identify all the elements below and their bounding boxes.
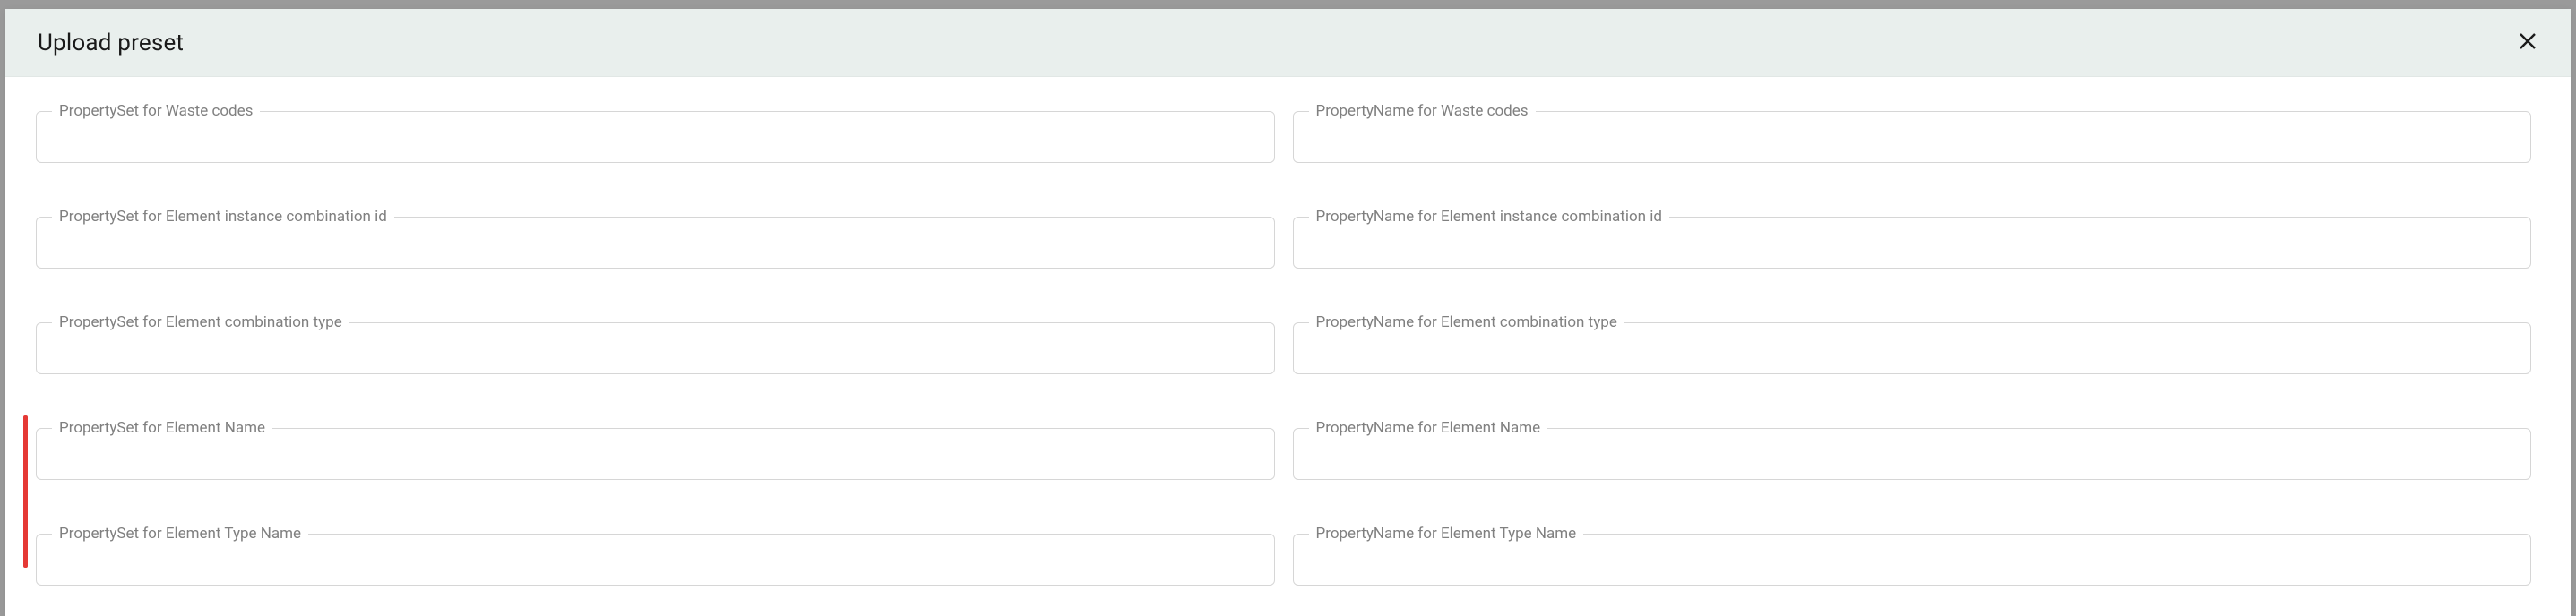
upload-preset-modal: Upload preset PropertySet for Waste code… [5, 9, 2571, 616]
form-grid: PropertySet for Waste codes PropertyName… [36, 111, 2531, 586]
field-label: PropertySet for Element Type Name [52, 525, 308, 543]
required-indicator [23, 415, 28, 568]
modal-title: Upload preset [38, 30, 184, 56]
field-label: PropertySet for Element Name [52, 419, 272, 437]
field-label: PropertyName for Element combination typ… [1309, 313, 1624, 331]
close-button[interactable] [2510, 25, 2546, 61]
field-label: PropertySet for Element instance combina… [52, 208, 394, 226]
field-label: PropertySet for Element combination type [52, 313, 349, 331]
form-row: PropertySet for Element Type Name Proper… [36, 534, 2531, 586]
property-name-field: PropertyName for Element combination typ… [1293, 322, 2532, 374]
property-set-field: PropertySet for Element combination type [36, 322, 1275, 374]
form-row: PropertySet for Waste codes PropertyName… [36, 111, 2531, 163]
property-name-field: PropertyName for Element instance combin… [1293, 217, 2532, 269]
property-set-field: PropertySet for Waste codes [36, 111, 1275, 163]
field-label: PropertyName for Waste codes [1309, 102, 1536, 120]
property-set-field: PropertySet for Element instance combina… [36, 217, 1275, 269]
modal-body[interactable]: PropertySet for Waste codes PropertyName… [5, 77, 2571, 616]
close-icon [2518, 29, 2537, 57]
property-set-field: PropertySet for Element Name [36, 428, 1275, 480]
form-row: PropertySet for Element instance combina… [36, 217, 2531, 269]
form-row: PropertySet for Element Name PropertyNam… [36, 428, 2531, 480]
modal-header: Upload preset [5, 9, 2571, 77]
property-name-field: PropertyName for Element Name [1293, 428, 2532, 480]
form-row: PropertySet for Element combination type… [36, 322, 2531, 374]
property-name-field: PropertyName for Waste codes [1293, 111, 2532, 163]
field-label: PropertyName for Element Name [1309, 419, 1548, 437]
field-label: PropertySet for Waste codes [52, 102, 260, 120]
field-label: PropertyName for Element instance combin… [1309, 208, 1670, 226]
field-label: PropertyName for Element Type Name [1309, 525, 1584, 543]
property-name-field: PropertyName for Element Type Name [1293, 534, 2532, 586]
property-set-field: PropertySet for Element Type Name [36, 534, 1275, 586]
